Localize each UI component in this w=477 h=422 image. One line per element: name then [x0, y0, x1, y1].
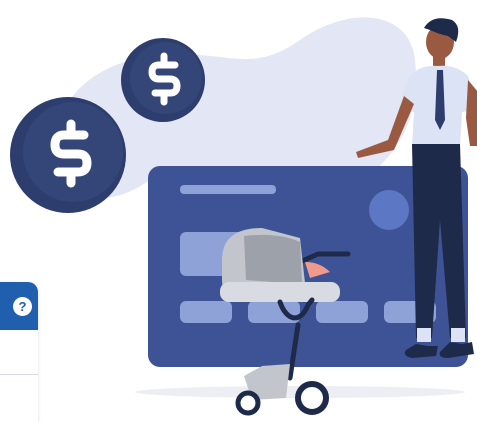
dollar-coin-small-icon	[121, 38, 205, 122]
cart-wheel-left	[235, 390, 261, 416]
help-widget-divider	[0, 374, 38, 375]
question-icon[interactable]: ?	[13, 297, 32, 316]
help-widget: ?	[0, 282, 38, 422]
dollar-coin-large-icon	[10, 97, 126, 213]
card-stripe-top	[180, 185, 276, 194]
cart-wheel-right	[295, 381, 329, 415]
card-digits-1	[180, 301, 232, 323]
card-logo	[369, 190, 409, 230]
illustration	[10, 17, 477, 416]
card-digits-3	[316, 301, 368, 323]
